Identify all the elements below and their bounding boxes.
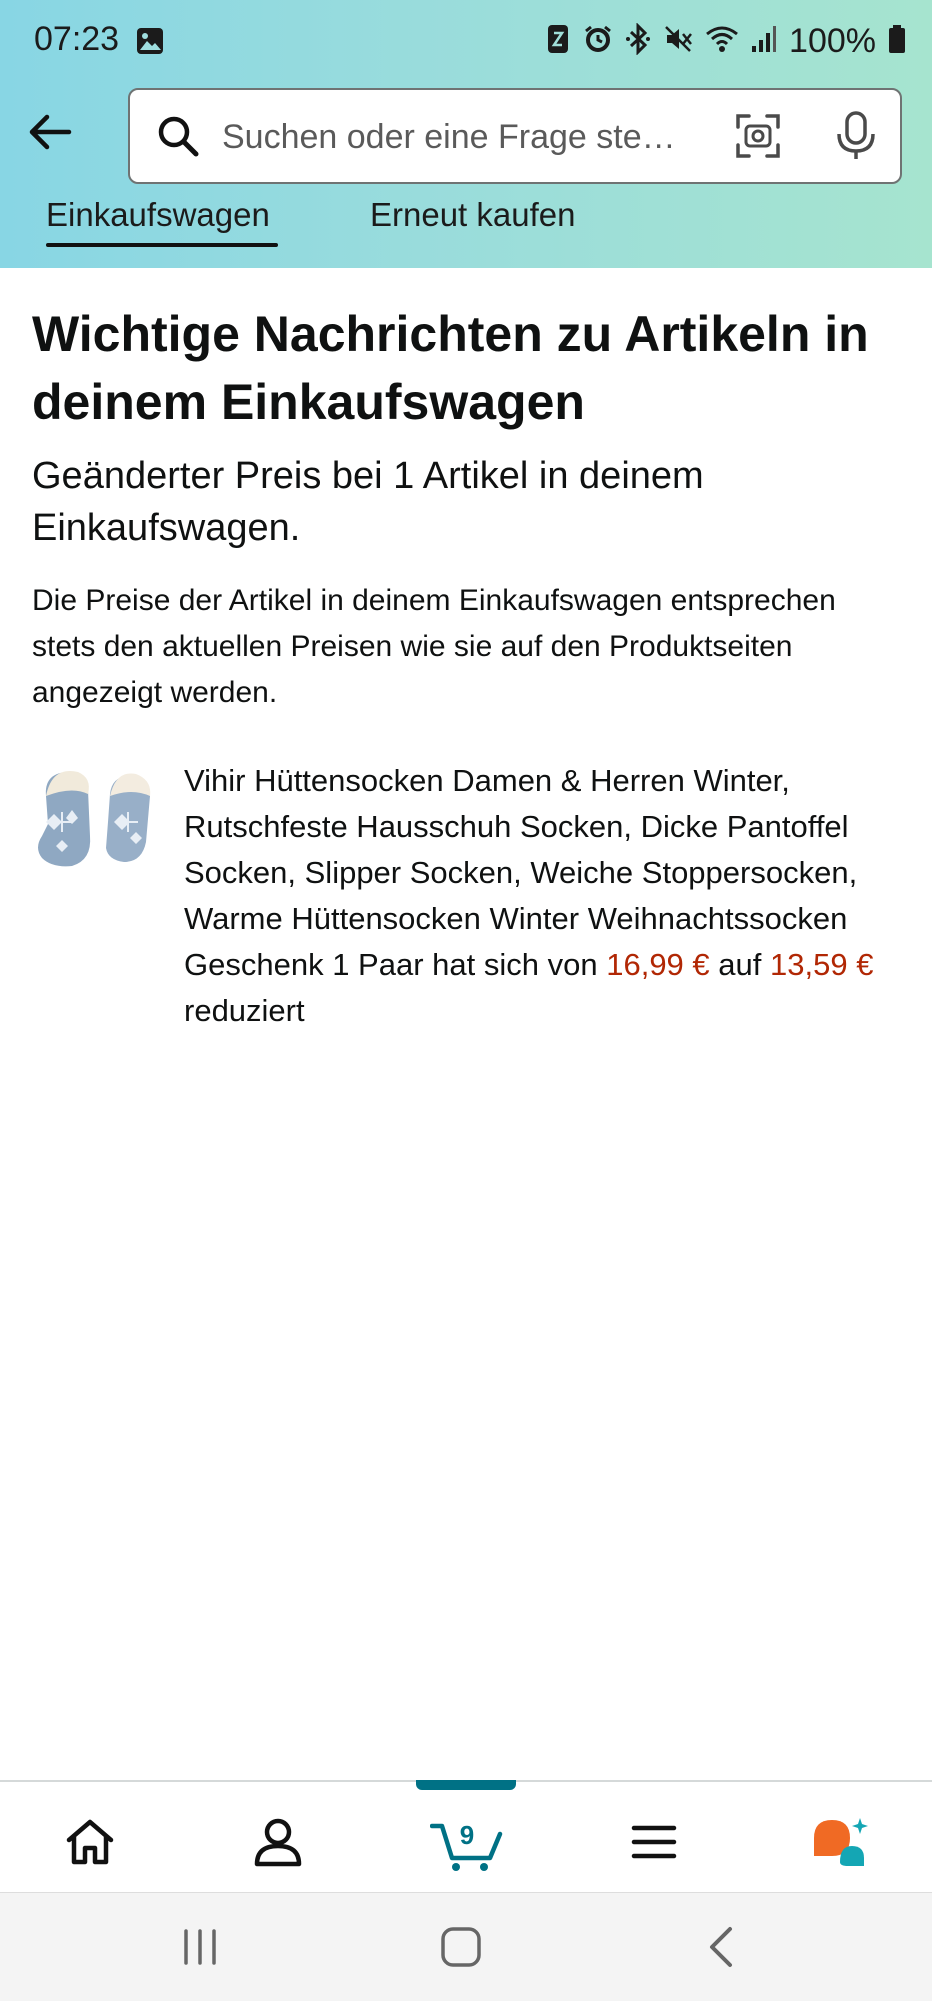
nav-cart[interactable]: 9	[430, 1812, 504, 1872]
back-chevron-icon	[710, 1927, 732, 1967]
to-word: auf	[718, 947, 762, 982]
tab-buy-again[interactable]: Erneut kaufen	[370, 196, 575, 234]
nav-account[interactable]	[248, 1812, 308, 1872]
from-word: von	[547, 947, 598, 982]
image-icon	[135, 26, 165, 61]
nav-menu[interactable]	[624, 1812, 684, 1872]
back-arrow-icon	[29, 114, 72, 150]
status-icons: 100%	[545, 18, 906, 64]
old-price: 16,99 €	[606, 947, 710, 982]
sock-left	[38, 771, 91, 867]
microphone-icon[interactable]	[834, 110, 878, 167]
system-nav-bar	[0, 1892, 932, 2001]
product-price-message: Vihir Hüttensocken Damen & Herren Winter…	[184, 758, 900, 1034]
back-system-button[interactable]	[694, 1919, 750, 1975]
home-icon	[66, 1819, 114, 1865]
mute-icon	[663, 24, 693, 59]
app-header: 07:23 100% Suchen oder eine Frage ste… E…	[0, 0, 932, 268]
price-info-text: Die Preise der Artikel in deinem Einkauf…	[32, 584, 836, 709]
home-square-icon	[441, 1927, 481, 1967]
nav-active-indicator	[416, 1780, 516, 1790]
nav-home[interactable]	[60, 1812, 120, 1872]
product-image[interactable]	[32, 762, 158, 880]
menu-icon	[631, 1825, 677, 1859]
home-system-button[interactable]	[433, 1919, 489, 1975]
tab-cart[interactable]: Einkaufswagen	[46, 196, 270, 234]
recent-apps-button[interactable]	[172, 1919, 228, 1975]
battery-icon	[888, 24, 906, 59]
page-title: Wichtige Nachrichten zu Artikeln in dein…	[32, 306, 869, 430]
bottom-nav: 9	[0, 1780, 932, 1894]
nav-rufus[interactable]	[810, 1812, 870, 1872]
main-content: Wichtige Nachrichten zu Artikeln in dein…	[32, 268, 900, 1034]
status-time: 07:23	[34, 20, 120, 58]
price-change-heading: Geänderter Preis bei 1 Artikel in deinem…	[32, 455, 704, 549]
search-box[interactable]	[128, 88, 902, 184]
tab-active-indicator	[46, 243, 278, 247]
rufus-icon	[814, 1818, 868, 1866]
new-price: 13,59 €	[770, 947, 874, 982]
wifi-icon	[705, 24, 739, 59]
product-notice: Vihir Hüttensocken Damen & Herren Winter…	[32, 758, 900, 1034]
alarm-icon	[583, 24, 613, 59]
signal-icon	[751, 24, 777, 59]
camera-scan-icon[interactable]	[734, 112, 782, 165]
battery-percent: 100%	[789, 21, 876, 60]
recent-apps-icon	[184, 1929, 216, 1965]
back-button[interactable]	[22, 104, 78, 160]
sock-right	[106, 773, 151, 862]
search-icon	[156, 114, 200, 163]
cart-count-badge: 9	[459, 1820, 475, 1850]
status-bar: 07:23 100%	[0, 0, 932, 84]
search-input[interactable]	[222, 110, 822, 164]
nfc-icon	[545, 23, 571, 60]
account-icon	[254, 1818, 302, 1867]
reduced-label: reduziert	[184, 993, 305, 1028]
bluetooth-icon	[625, 21, 651, 60]
